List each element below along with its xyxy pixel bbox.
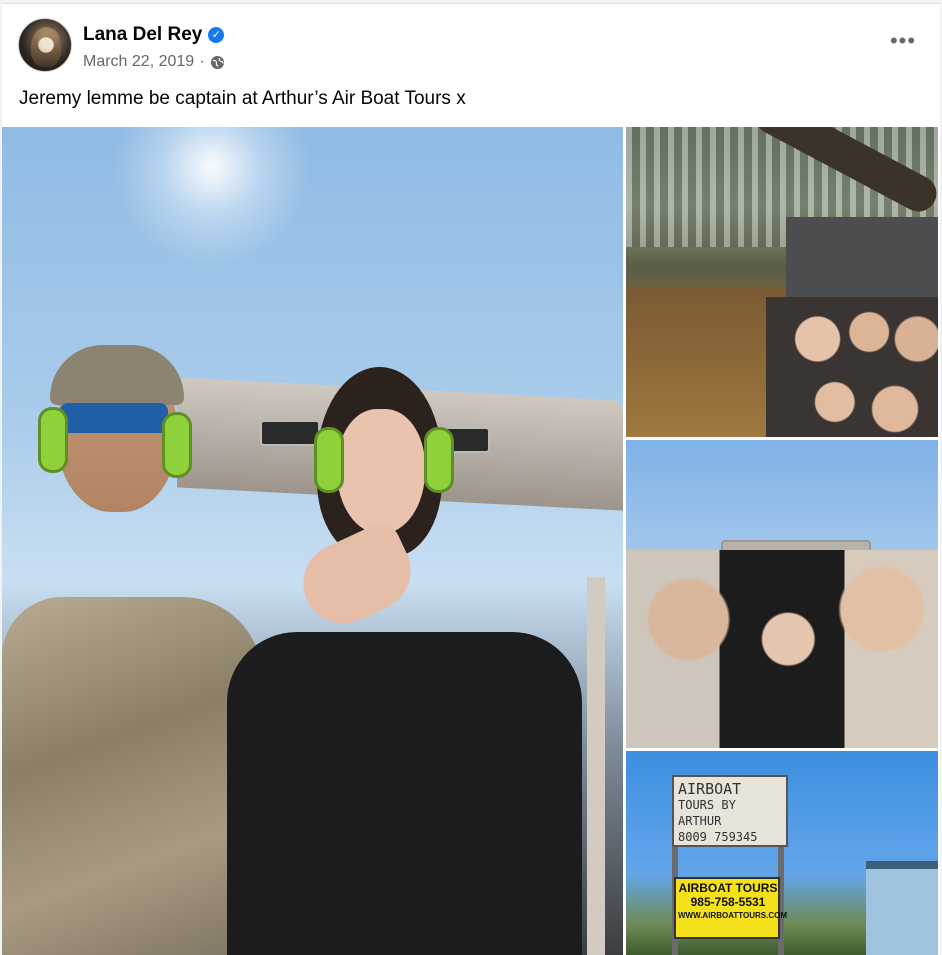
post-meta: March 22, 2019 · bbox=[83, 53, 225, 71]
ear-protector bbox=[38, 407, 68, 473]
more-options-icon[interactable]: ••• bbox=[886, 30, 920, 54]
woman-face bbox=[337, 409, 425, 534]
sign-line: AIRBOAT TOURS bbox=[678, 881, 778, 895]
group-photo[interactable] bbox=[626, 440, 938, 748]
man-cap bbox=[50, 345, 184, 405]
sign-line: 8009 759345 bbox=[678, 830, 758, 844]
post-date[interactable]: March 22, 2019 bbox=[83, 53, 194, 71]
sunglasses bbox=[60, 403, 168, 433]
sign-line: AIRBOAT bbox=[678, 780, 742, 798]
airboat bbox=[786, 217, 938, 307]
verified-badge-icon: ✓ bbox=[208, 27, 225, 43]
author-avatar[interactable] bbox=[18, 18, 72, 72]
post-header: Lana Del Rey ✓ March 22, 2019 · ••• bbox=[2, 4, 940, 84]
house bbox=[866, 861, 938, 955]
sun-glare bbox=[112, 127, 312, 267]
airboat-pole bbox=[587, 577, 605, 955]
ear-protector bbox=[424, 427, 454, 493]
avatar-hair bbox=[31, 27, 61, 67]
group-on-boat bbox=[766, 297, 938, 437]
light-bar bbox=[260, 420, 320, 446]
author-name[interactable]: Lana Del Rey bbox=[83, 24, 202, 46]
sign-board-text: AIRBOAT TOURS BY ARTHUR 8009 759345 bbox=[678, 781, 782, 845]
sign-line: 985-758-5531 bbox=[690, 895, 766, 909]
woman-figure bbox=[227, 632, 582, 955]
group-selfie-people bbox=[626, 550, 938, 748]
ear-protector bbox=[314, 427, 344, 493]
post-caption: Jeremy lemme be captain at Arthur’s Air … bbox=[19, 88, 466, 109]
ear-protector bbox=[162, 412, 192, 478]
meta-separator: · bbox=[199, 53, 205, 70]
author-row: Lana Del Rey ✓ bbox=[83, 24, 225, 46]
globe-icon[interactable] bbox=[210, 55, 225, 70]
sign-line: TOURS BY ARTHUR bbox=[678, 798, 736, 828]
sign-photo[interactable]: AIRBOAT TOURS BY ARTHUR 8009 759345 AIRB… bbox=[626, 751, 938, 955]
man-figure bbox=[2, 597, 262, 955]
facebook-post: Lana Del Rey ✓ March 22, 2019 · ••• Jere… bbox=[2, 3, 940, 955]
yellow-sign-text: AIRBOAT TOURS 985-758-5531 WWW.AIRBOATTO… bbox=[678, 881, 788, 923]
main-photo[interactable] bbox=[2, 127, 623, 955]
swamp-photo[interactable] bbox=[626, 127, 938, 437]
sign-line: WWW.AIRBOATTOURS.COM bbox=[678, 911, 788, 920]
